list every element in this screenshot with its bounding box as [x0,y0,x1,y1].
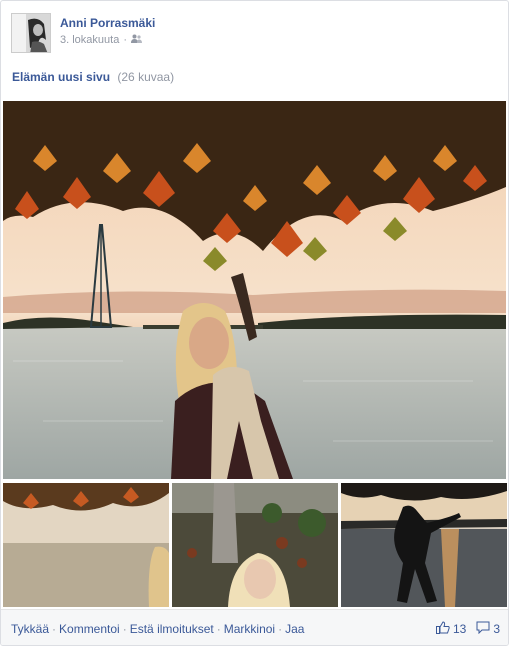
action-separator: · [122,622,127,636]
avatar[interactable] [11,13,51,53]
album-heading: Elämän uusi sivu (26 kuvaa) [12,70,174,84]
post-card: Anni Porrasmäki 3. lokakuuta · Elämän uu… [0,0,509,646]
post-date-link[interactable]: 3. lokakuuta [60,34,119,46]
likes-count[interactable]: 13 [453,622,466,636]
post-meta: 3. lokakuuta · [60,34,155,46]
album-count: (26 kuvaa) [117,70,175,84]
action-separator: · [278,622,283,636]
promote-link[interactable]: Markkinoi [224,622,275,636]
like-link[interactable]: Tykkää [11,622,49,636]
post-header: Anni Porrasmäki 3. lokakuuta · [11,13,155,53]
author-name-link[interactable]: Anni Porrasmäki [60,16,155,30]
album-title-link[interactable]: Elämän uusi sivu [12,70,110,84]
action-separator: · [216,622,221,636]
main-photo[interactable] [3,101,506,479]
action-separator: · [52,622,57,636]
block-notifications-link[interactable]: Estä ilmoitukset [130,622,214,636]
share-link[interactable]: Jaa [285,622,304,636]
thumbnail-photo-1[interactable] [3,483,169,607]
post-counts: 13 3 [435,621,500,637]
comment-bubble-icon[interactable] [476,621,490,637]
post-footer: Tykkää · Kommentoi · Estä ilmoitukset · Markki… [1,609,508,645]
comments-count[interactable]: 3 [493,622,500,636]
post-actions: Tykkää · Kommentoi · Estä ilmoitukset · Markki… [11,622,304,636]
comment-link[interactable]: Kommentoi [59,622,120,636]
thumbnail-photo-2[interactable] [172,483,338,607]
thumbs-up-icon[interactable] [435,621,450,637]
friends-icon[interactable] [131,34,142,46]
thumbnail-photo-3[interactable] [341,483,507,607]
meta-separator: · [123,34,127,46]
